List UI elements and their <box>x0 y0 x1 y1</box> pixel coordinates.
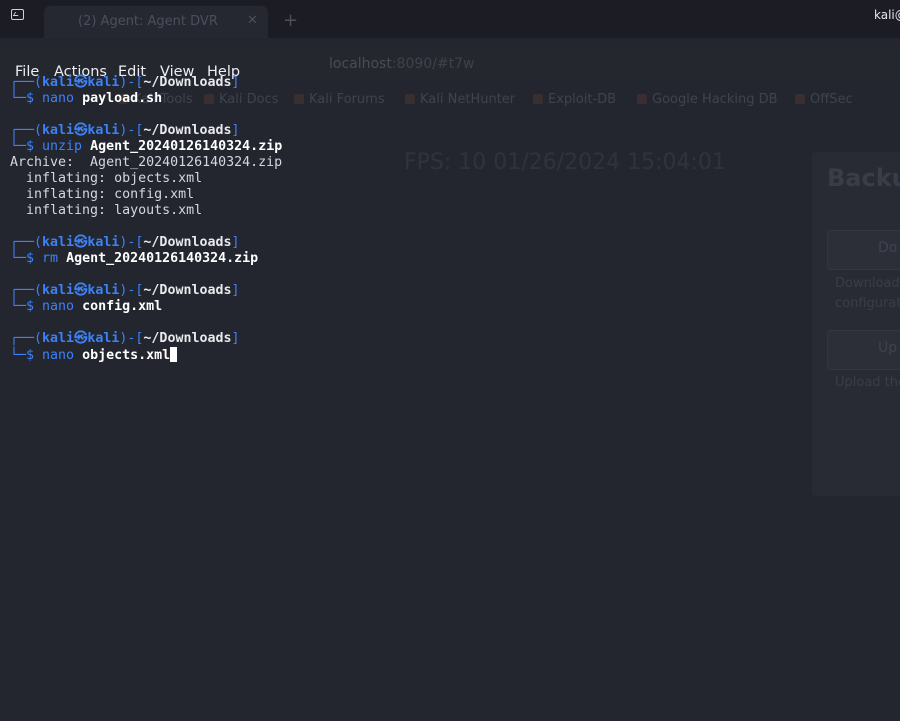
prompt-at-symbol: ㉿ <box>74 235 88 250</box>
prompt-frame: ] <box>231 123 240 138</box>
prompt-host: kali <box>87 235 120 250</box>
output-line: inflating: config.xml <box>10 187 900 203</box>
prompt-user: kali <box>42 235 75 250</box>
prompt-dollar: └─$ <box>10 91 43 106</box>
prompt-host: kali <box>87 75 120 90</box>
command-line: └─$ rm Agent_20240126140324.zip <box>10 251 900 267</box>
prompt-frame: ┌──( <box>10 331 43 346</box>
terminal-output[interactable]: ┌──(kali㉿kali)-[~/Downloads] └─$ nano pay… <box>10 75 900 715</box>
prompt-dollar: └─$ <box>10 348 43 363</box>
prompt-frame: ┌──( <box>10 123 43 138</box>
prompt-frame: ┌──( <box>10 283 43 298</box>
output-line: Archive: Agent_20240126140324.zip <box>10 155 900 171</box>
command-argument: Agent_20240126140324.zip <box>66 251 259 266</box>
command-line: └─$ nano config.xml <box>10 299 900 315</box>
prompt-frame: )-[ <box>119 283 144 298</box>
prompt-line: ┌──(kali㉿kali)-[~/Downloads] <box>10 75 900 91</box>
output-text: Archive: Agent_20240126140324.zip <box>10 155 283 170</box>
prompt-host: kali <box>87 123 120 138</box>
command-name: nano <box>42 91 75 106</box>
command-argument: Agent_20240126140324.zip <box>90 139 283 154</box>
prompt-dollar: └─$ <box>10 139 43 154</box>
prompt-line: ┌──(kali㉿kali)-[~/Downloads] <box>10 331 900 347</box>
prompt-host: kali <box>87 331 120 346</box>
prompt-user: kali <box>42 75 75 90</box>
prompt-path: ~/Downloads <box>143 75 232 90</box>
prompt-user: kali <box>42 283 75 298</box>
prompt-path: ~/Downloads <box>143 283 232 298</box>
prompt-frame: ] <box>231 331 240 346</box>
prompt-dollar: └─$ <box>10 299 43 314</box>
prompt-frame: ┌──( <box>10 235 43 250</box>
menu-bar: File Actions Edit View Help <box>0 30 900 80</box>
prompt-at-symbol: ㉿ <box>74 283 88 298</box>
command-name: unzip <box>42 139 83 154</box>
prompt-user: kali <box>42 123 75 138</box>
command-line: └─$ unzip Agent_20240126140324.zip <box>10 139 900 155</box>
terminal-window[interactable]: kali@ File Actions Edit View Help ┌──(ka… <box>0 0 900 721</box>
command-line: └─$ nano objects.xml <box>10 347 900 363</box>
prompt-line: ┌──(kali㉿kali)-[~/Downloads] <box>10 235 900 251</box>
prompt-path: ~/Downloads <box>143 123 232 138</box>
command-argument: objects.xml <box>82 348 171 363</box>
output-text: inflating: objects.xml <box>10 171 203 186</box>
prompt-host: kali <box>87 283 120 298</box>
command-argument: config.xml <box>82 299 163 314</box>
prompt-line: ┌──(kali㉿kali)-[~/Downloads] <box>10 283 900 299</box>
prompt-frame: )-[ <box>119 75 144 90</box>
prompt-frame: ] <box>231 75 240 90</box>
prompt-frame: ] <box>231 235 240 250</box>
prompt-line: ┌──(kali㉿kali)-[~/Downloads] <box>10 123 900 139</box>
command-name: rm <box>42 251 59 266</box>
prompt-frame: ┌──( <box>10 75 43 90</box>
prompt-user: kali <box>42 331 75 346</box>
command-name: nano <box>42 348 75 363</box>
text-cursor <box>170 347 178 362</box>
output-line: inflating: objects.xml <box>10 171 900 187</box>
output-text: inflating: layouts.xml <box>10 203 203 218</box>
prompt-frame: )-[ <box>119 235 144 250</box>
command-name: nano <box>42 299 75 314</box>
terminal-icon <box>11 9 24 20</box>
output-line: inflating: layouts.xml <box>10 203 900 219</box>
prompt-path: ~/Downloads <box>143 235 232 250</box>
prompt-path: ~/Downloads <box>143 331 232 346</box>
output-text: inflating: config.xml <box>10 187 195 202</box>
title-bar[interactable]: kali@ <box>0 0 900 30</box>
prompt-frame: )-[ <box>119 331 144 346</box>
prompt-dollar: └─$ <box>10 251 43 266</box>
prompt-at-symbol: ㉿ <box>74 123 88 138</box>
prompt-at-symbol: ㉿ <box>74 331 88 346</box>
prompt-frame: ] <box>231 283 240 298</box>
prompt-at-symbol: ㉿ <box>74 75 88 90</box>
prompt-frame: )-[ <box>119 123 144 138</box>
command-line: └─$ nano payload.sh <box>10 91 900 107</box>
window-title: kali@ <box>874 8 900 22</box>
command-argument: payload.sh <box>82 91 163 106</box>
